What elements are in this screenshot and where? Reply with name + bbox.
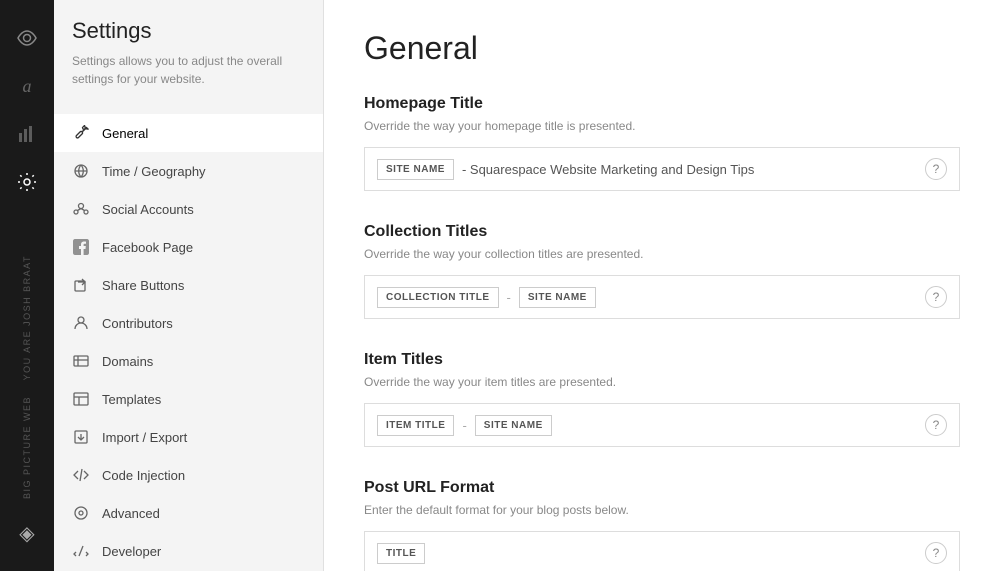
item-titles-heading: Item Titles bbox=[364, 351, 960, 369]
page-title: General bbox=[364, 30, 960, 67]
sidebar-item-facebook-label: Facebook Page bbox=[102, 240, 193, 255]
sidebar-item-developer-label: Developer bbox=[102, 544, 161, 559]
sidebar-item-templates-label: Templates bbox=[102, 392, 161, 407]
sidebar-item-time-geography[interactable]: Time / Geography bbox=[54, 152, 323, 190]
sidebar-item-import-export-label: Import / Export bbox=[102, 430, 187, 445]
collection-titles-desc: Override the way your collection titles … bbox=[364, 247, 960, 261]
user-label: You are Josh Braat bbox=[22, 255, 32, 380]
title-tag[interactable]: TITLE bbox=[377, 543, 425, 564]
site-name-tag-homepage[interactable]: SITE NAME bbox=[377, 159, 454, 180]
sidebar-item-developer[interactable]: Developer bbox=[54, 532, 323, 570]
item-titles-field: ITEM TITLE - SITE NAME ? bbox=[364, 403, 960, 447]
sidebar-item-advanced[interactable]: Advanced bbox=[54, 494, 323, 532]
site-label: Big Picture Web bbox=[22, 396, 32, 499]
sidebar: Settings Settings allows you to adjust t… bbox=[54, 0, 324, 571]
contributors-icon bbox=[72, 314, 90, 332]
advanced-icon bbox=[72, 504, 90, 522]
sidebar-item-contributors[interactable]: Contributors bbox=[54, 304, 323, 342]
sidebar-header: Settings Settings allows you to adjust t… bbox=[54, 0, 323, 98]
homepage-title-desc: Override the way your homepage title is … bbox=[364, 119, 960, 133]
sidebar-item-advanced-label: Advanced bbox=[102, 506, 160, 521]
sidebar-item-share-buttons[interactable]: Share Buttons bbox=[54, 266, 323, 304]
sidebar-title: Settings bbox=[72, 18, 305, 44]
collection-dash: - bbox=[507, 290, 511, 305]
homepage-title-help[interactable]: ? bbox=[925, 158, 947, 180]
gear-icon[interactable] bbox=[0, 158, 54, 206]
item-title-tag[interactable]: ITEM TITLE bbox=[377, 415, 454, 436]
homepage-title-heading: Homepage Title bbox=[364, 95, 960, 113]
eye-icon[interactable] bbox=[0, 14, 54, 62]
sidebar-item-code-injection-label: Code Injection bbox=[102, 468, 185, 483]
sidebar-item-social-accounts[interactable]: Social Accounts bbox=[54, 190, 323, 228]
globe-icon bbox=[72, 162, 90, 180]
post-url-desc: Enter the default format for your blog p… bbox=[364, 503, 960, 517]
icon-bar: a You are Josh Braat Big Picture Web ◈ bbox=[0, 0, 54, 571]
sidebar-description: Settings allows you to adjust the overal… bbox=[72, 52, 305, 88]
chart-icon[interactable] bbox=[0, 110, 54, 158]
sidebar-item-domains[interactable]: Domains bbox=[54, 342, 323, 380]
sidebar-item-domains-label: Domains bbox=[102, 354, 153, 369]
section-post-url: Post URL Format Enter the default format… bbox=[364, 479, 960, 571]
item-dash: - bbox=[462, 418, 466, 433]
squarespace-icon[interactable]: ◈ bbox=[0, 509, 54, 557]
sidebar-item-general-label: General bbox=[102, 126, 148, 141]
code-icon bbox=[72, 466, 90, 484]
post-url-heading: Post URL Format bbox=[364, 479, 960, 497]
collection-titles-help[interactable]: ? bbox=[925, 286, 947, 308]
sidebar-item-general[interactable]: General bbox=[54, 114, 323, 152]
sidebar-item-facebook[interactable]: Facebook Page bbox=[54, 228, 323, 266]
sidebar-item-time-geography-label: Time / Geography bbox=[102, 164, 206, 179]
collection-titles-heading: Collection Titles bbox=[364, 223, 960, 241]
templates-icon bbox=[72, 390, 90, 408]
facebook-icon bbox=[72, 238, 90, 256]
developer-icon bbox=[72, 542, 90, 560]
share-icon bbox=[72, 276, 90, 294]
item-titles-help[interactable]: ? bbox=[925, 414, 947, 436]
sidebar-item-social-accounts-label: Social Accounts bbox=[102, 202, 194, 217]
post-url-help[interactable]: ? bbox=[925, 542, 947, 564]
site-name-tag-collection[interactable]: SITE NAME bbox=[519, 287, 596, 308]
main-content: General Homepage Title Override the way … bbox=[324, 0, 1000, 571]
social-icon bbox=[72, 200, 90, 218]
collection-titles-field: COLLECTION TITLE - SITE NAME ? bbox=[364, 275, 960, 319]
sidebar-nav: General Time / Geography bbox=[54, 114, 323, 570]
section-item-titles: Item Titles Override the way your item t… bbox=[364, 351, 960, 447]
sidebar-item-contributors-label: Contributors bbox=[102, 316, 173, 331]
site-name-tag-item[interactable]: SITE NAME bbox=[475, 415, 552, 436]
homepage-title-value: - Squarespace Website Marketing and Desi… bbox=[462, 162, 917, 177]
import-icon bbox=[72, 428, 90, 446]
item-titles-desc: Override the way your item titles are pr… bbox=[364, 375, 960, 389]
sidebar-item-code-injection[interactable]: Code Injection bbox=[54, 456, 323, 494]
sidebar-item-import-export[interactable]: Import / Export bbox=[54, 418, 323, 456]
section-collection-titles: Collection Titles Override the way your … bbox=[364, 223, 960, 319]
homepage-title-field: SITE NAME - Squarespace Website Marketin… bbox=[364, 147, 960, 191]
sidebar-item-templates[interactable]: Templates bbox=[54, 380, 323, 418]
sidebar-item-share-buttons-label: Share Buttons bbox=[102, 278, 184, 293]
wrench-icon bbox=[72, 124, 90, 142]
post-url-field: TITLE ? bbox=[364, 531, 960, 571]
type-icon[interactable]: a bbox=[0, 62, 54, 110]
collection-title-tag[interactable]: COLLECTION TITLE bbox=[377, 287, 499, 308]
domains-icon bbox=[72, 352, 90, 370]
section-homepage-title: Homepage Title Override the way your hom… bbox=[364, 95, 960, 191]
